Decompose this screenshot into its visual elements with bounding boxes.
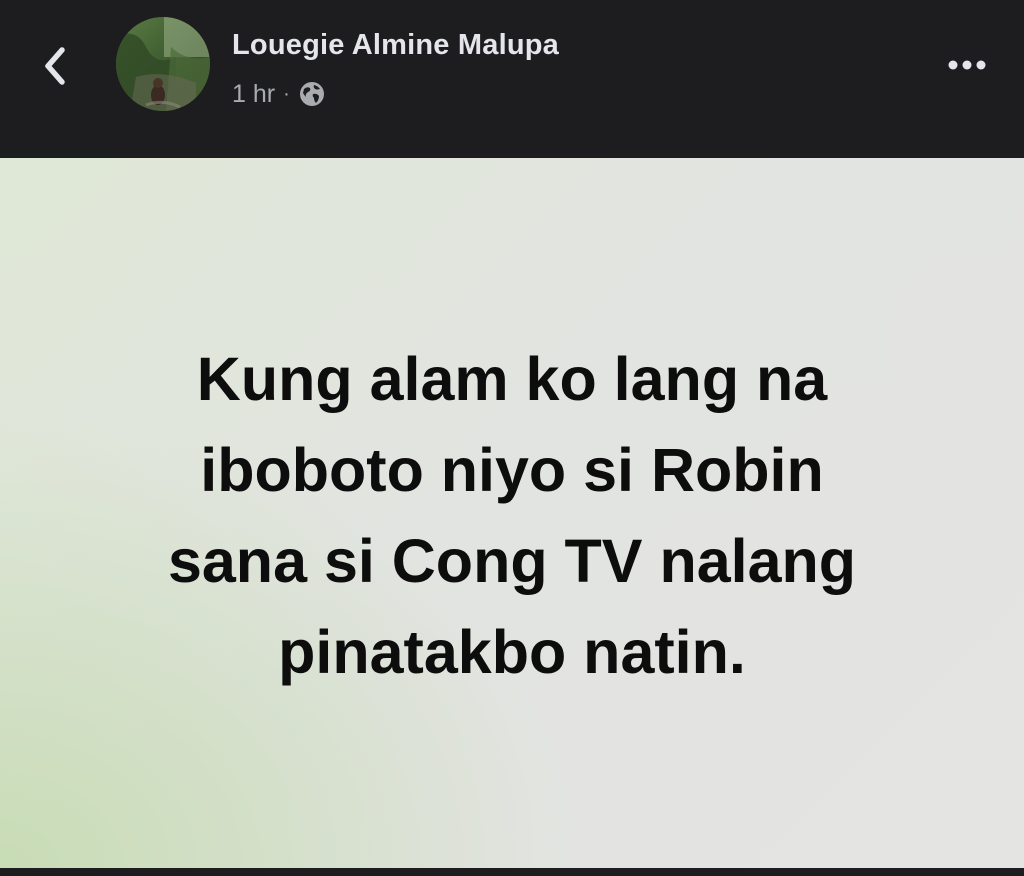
avatar[interactable] [116, 17, 210, 111]
more-options-button[interactable] [940, 50, 994, 80]
chevron-left-icon [45, 47, 65, 85]
post-background-card: Kung alam ko lang na iboboto niyo si Rob… [0, 158, 1024, 868]
more-horizontal-icon [948, 60, 986, 70]
author-name[interactable]: Louegie Almine Malupa [232, 29, 559, 62]
post-header: Louegie Almine Malupa 1 hr · [0, 0, 1024, 158]
post-meta: 1 hr · [232, 78, 326, 110]
globe-icon[interactable] [298, 80, 326, 108]
post-timestamp[interactable]: 1 hr [232, 80, 275, 109]
profile-photo [116, 17, 210, 111]
post-text: Kung alam ko lang na iboboto niyo si Rob… [167, 345, 857, 686]
meta-separator: · [283, 82, 290, 105]
bottom-divider [0, 868, 1024, 876]
back-button[interactable] [36, 42, 76, 90]
